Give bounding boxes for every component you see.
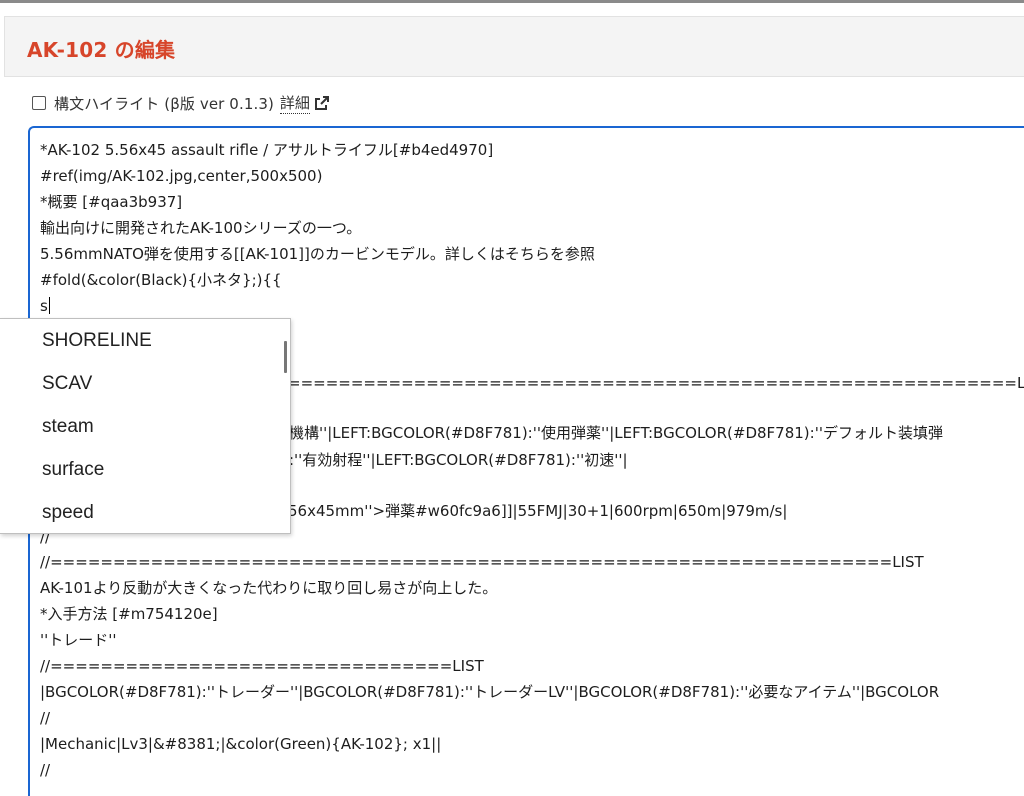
editor-line: AK-101より反動が大きくなった代わりに取り回し易さが向上した。 [40, 579, 498, 597]
autocomplete-option[interactable]: surface [42, 450, 104, 490]
editor-current-line: s [40, 293, 50, 319]
editor-typed-text: s [40, 297, 48, 315]
editor-line: |Mechanic|Lv3|&#8381;|&color(Green){AK-1… [40, 735, 442, 753]
editor-line: 射機構''|LEFT:BGCOLOR(#D8F781):''使用弾薬''|LEF… [274, 424, 943, 442]
page-title: AK-102 の編集 [27, 38, 176, 62]
editor-line: //======================================… [40, 553, 924, 571]
editor-line: *AK-102 5.56x45 assault rifle / アサルトライフル… [40, 141, 494, 159]
top-divider [0, 0, 1024, 3]
editor-line: 5.56mmNATO弾を使用する[[AK-101]]のカービンモデル。詳しくはそ… [40, 245, 595, 263]
editor-line: // [40, 709, 51, 727]
editor-line: // [40, 761, 51, 779]
detail-link[interactable]: 詳細 [279, 92, 310, 114]
autocomplete-option[interactable]: steam [42, 407, 94, 447]
editor-line: #ref(img/AK-102.jpg,center,500x500) [40, 167, 323, 185]
editor-line: //================================LIST [40, 657, 484, 675]
autocomplete-option[interactable]: SCAV [42, 364, 92, 404]
editor-line: ''トレード'' [40, 631, 117, 649]
editor-line: 81):''有効射程''|LEFT:BGCOLOR(#D8F781):''初速'… [264, 451, 628, 469]
autocomplete-option[interactable]: SHORELINE [42, 321, 152, 361]
editor-line: *概要 [#qaa3b937] [40, 193, 183, 211]
editor-line: 56x45mm''>弾薬#w60fc9a6]]|55FMJ|30+1|600rp… [288, 502, 788, 520]
syntax-highlight-row: 構文ハイライト (β版 ver 0.1.3) 詳細 [32, 92, 330, 114]
dropdown-scrollbar[interactable] [284, 341, 287, 373]
syntax-highlight-label[interactable]: 構文ハイライト (β版 ver 0.1.3) [54, 93, 274, 114]
autocomplete-dropdown[interactable]: SHORELINE SCAV steam surface speed [0, 318, 291, 534]
editor-line: #fold(&color(Black){小ネタ};){{ [40, 271, 282, 289]
editor-line: ========================================… [288, 374, 1024, 392]
page-header: AK-102 の編集 [4, 16, 1024, 77]
external-link-icon[interactable] [314, 95, 330, 111]
autocomplete-option[interactable]: speed [42, 493, 94, 533]
editor-line: |BGCOLOR(#D8F781):''トレーダー''|BGCOLOR(#D8F… [40, 683, 940, 701]
editor-line: 輸出向けに開発されたAK-100シリーズの一つ。 [40, 219, 362, 237]
text-caret [48, 297, 50, 314]
syntax-highlight-checkbox[interactable] [32, 96, 46, 110]
editor-line: *入手方法 [#m754120e] [40, 605, 218, 623]
